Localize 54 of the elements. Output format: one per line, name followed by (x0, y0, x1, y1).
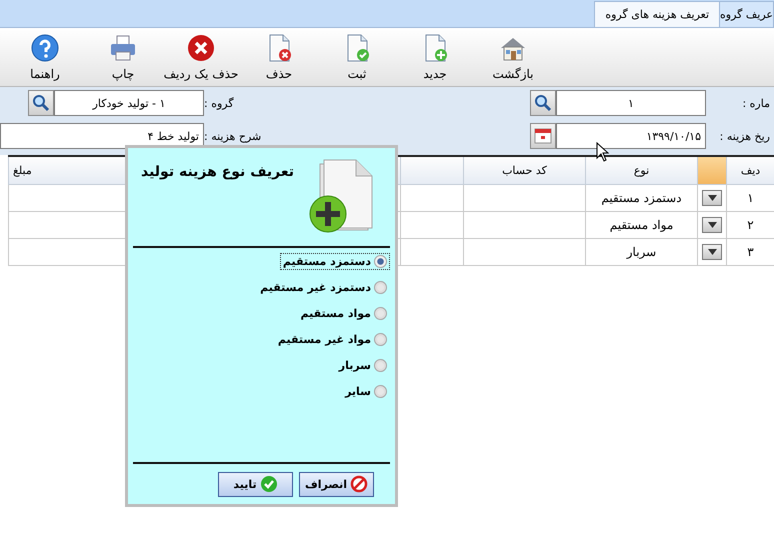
column-header: دیف (726, 156, 774, 184)
caret-icon (708, 195, 716, 201)
search-button[interactable] (530, 90, 556, 116)
table-cell: سربار (586, 238, 698, 266)
table-cell: مواد مستقیم (586, 212, 698, 238)
toolbar-button[interactable]: بازگشت (474, 28, 552, 86)
tab[interactable]: عریف گروه (719, 1, 774, 27)
table-cell: ۱ (726, 184, 774, 212)
column-header: نوع (586, 156, 698, 184)
toolbar-button[interactable]: حذف (240, 28, 318, 86)
toolbar-button[interactable]: راهنما (6, 28, 84, 86)
search-icon (32, 94, 50, 112)
date-field[interactable]: ۱۳۹۹/۱۰/۱۵ (556, 123, 706, 149)
radio-option[interactable]: دستمزد غیر مستقیم (257, 279, 390, 296)
caret-icon (708, 222, 716, 228)
number-field[interactable]: ۱ (556, 90, 706, 116)
field-label: ریخ هزینه : (720, 130, 771, 142)
confirm-button[interactable]: تایید (218, 472, 293, 496)
radio-option[interactable]: مواد غیر مستقیم (274, 331, 390, 348)
table-cell: ۳ (726, 238, 774, 266)
field-label: شرح هزینه : (204, 130, 262, 142)
help-icon (30, 33, 60, 63)
calendar-icon (534, 128, 552, 144)
cursor-icon (596, 142, 610, 162)
radio-option[interactable]: مواد مستقیم (298, 305, 390, 322)
search-icon (534, 94, 552, 112)
calendar-button[interactable] (530, 123, 556, 149)
field-label: گروه : (204, 96, 235, 110)
group-field[interactable]: ۱ - تولید خودکار (54, 90, 204, 116)
dropdown-button[interactable] (702, 217, 722, 233)
field-label: ماره : (742, 96, 771, 110)
search-button[interactable] (28, 90, 54, 116)
table-cell: دستمزد مستقیم (586, 184, 698, 212)
prohibited-icon (350, 475, 368, 493)
description-field[interactable]: تولید خط ۴ (0, 123, 204, 149)
toolbar-button[interactable]: حذف یک ردیف (162, 28, 240, 86)
radio-option[interactable]: دستمزد مستقیم (280, 253, 390, 270)
dropdown-button[interactable] (702, 244, 722, 260)
toolbar-button[interactable]: چاپ (84, 28, 162, 86)
check-icon (260, 475, 278, 493)
radio-option[interactable]: سایر (342, 383, 390, 400)
column-header: مبلغ (8, 156, 126, 184)
table-cell: ۲ (726, 212, 774, 238)
dialog-title: تعریف نوع هزینه تولید (141, 164, 294, 182)
caret-icon (708, 249, 716, 255)
toolbar-button[interactable]: جدید (396, 28, 474, 86)
column-header: کد حساب (464, 156, 586, 184)
close-icon (186, 33, 216, 63)
cancel-button[interactable]: انصراف (299, 472, 374, 496)
printer-icon (108, 33, 138, 63)
toolbar-button[interactable]: ثبت (318, 28, 396, 86)
dropdown-button[interactable] (702, 190, 722, 206)
radio-option[interactable]: سربار (336, 357, 390, 374)
tab[interactable]: تعریف هزینه های گروه (594, 1, 720, 27)
